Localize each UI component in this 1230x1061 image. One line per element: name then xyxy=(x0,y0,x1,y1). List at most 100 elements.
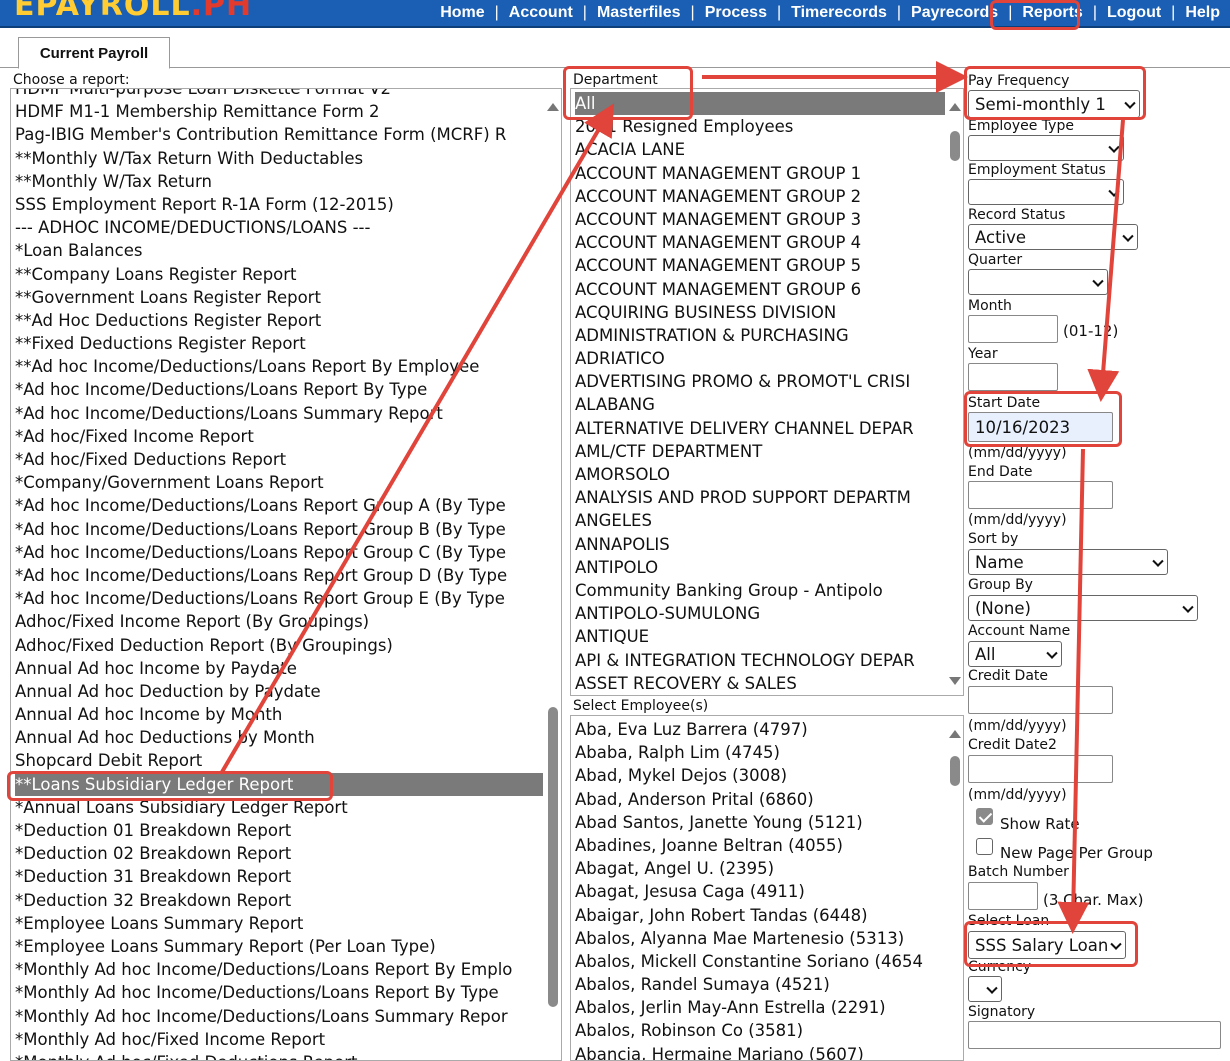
year-input[interactable] xyxy=(968,363,1058,391)
department-scrollbar[interactable] xyxy=(949,97,961,692)
report-list-item[interactable]: **Fixed Deductions Register Report xyxy=(15,332,543,355)
employee-list-item[interactable]: Abalos, Jerlin May-Ann Estrella (2291) xyxy=(575,996,945,1019)
employee-list-item[interactable]: Abalos, Robinson Co (3581) xyxy=(575,1019,945,1042)
department-list-item[interactable]: ACACIA LANE xyxy=(575,138,945,161)
employee-list-item[interactable]: Abad, Mykel Dejos (3008) xyxy=(575,764,945,787)
nav-account[interactable]: Account xyxy=(499,4,583,22)
employee-list-item[interactable]: Abaigar, John Robert Tandas (6448) xyxy=(575,904,945,927)
department-list-item[interactable]: ALABANG xyxy=(575,393,945,416)
report-list-item[interactable]: *Ad hoc Income/Deductions/Loans Summary … xyxy=(15,402,543,425)
credit-date-input[interactable] xyxy=(968,686,1113,714)
scroll-up-icon[interactable] xyxy=(949,730,961,738)
employee-list-item[interactable]: Abad Santos, Janette Young (5121) xyxy=(575,811,945,834)
report-list-item[interactable]: *Annual Loans Subsidiary Ledger Report xyxy=(15,796,543,819)
report-list-item[interactable]: *Monthly Ad hoc Income/Deductions/Loans … xyxy=(15,958,543,981)
report-list-item[interactable]: **Government Loans Register Report xyxy=(15,286,543,309)
employee-list-item[interactable]: Abancia, Hermaine Mariano (5607) xyxy=(575,1043,945,1060)
department-list-item[interactable]: ANALYSIS AND PROD SUPPORT DEPARTM xyxy=(575,486,945,509)
report-list-item[interactable]: *Company/Government Loans Report xyxy=(15,471,543,494)
report-list-item[interactable]: *Ad hoc/Fixed Deductions Report xyxy=(15,448,543,471)
report-list-item[interactable]: Shopcard Debit Report xyxy=(15,749,543,772)
department-list-item[interactable]: ACCOUNT MANAGEMENT GROUP 1 xyxy=(575,162,945,185)
department-list-item[interactable]: ANTIPOLO-SUMULONG xyxy=(575,602,945,625)
report-list-item[interactable]: **Company Loans Register Report xyxy=(15,263,543,286)
report-list-item[interactable]: **Loans Subsidiary Ledger Report xyxy=(15,772,543,796)
department-list-item[interactable]: AML/CTF DEPARTMENT xyxy=(575,440,945,463)
currency-select[interactable] xyxy=(968,976,1002,1002)
report-list-item[interactable]: *Deduction 01 Breakdown Report xyxy=(15,819,543,842)
department-list-item[interactable]: ADRIATICO xyxy=(575,347,945,370)
quarter-select[interactable] xyxy=(968,269,1108,295)
employee-list-item[interactable]: Aba, Eva Luz Barrera (4797) xyxy=(575,718,945,741)
report-list-item[interactable]: Adhoc/Fixed Income Report (By Groupings) xyxy=(15,610,543,633)
report-list-item[interactable]: *Ad hoc Income/Deductions/Loans Report G… xyxy=(15,494,543,517)
department-list-item[interactable]: ACCOUNT MANAGEMENT GROUP 2 xyxy=(575,185,945,208)
report-list-item[interactable]: *Employee Loans Summary Report xyxy=(15,912,543,935)
department-list-item[interactable]: ACCOUNT MANAGEMENT GROUP 4 xyxy=(575,231,945,254)
report-list-item[interactable]: **Monthly W/Tax Return With Deductables xyxy=(15,147,543,170)
employee-list-item[interactable]: Abadines, Joanne Beltran (4055) xyxy=(575,834,945,857)
employee-list-item[interactable]: Abalos, Mickell Constantine Soriano (465… xyxy=(575,950,945,973)
report-list-item[interactable]: *Ad hoc Income/Deductions/Loans Report G… xyxy=(15,587,543,610)
report-list-item[interactable]: **Ad Hoc Deductions Register Report xyxy=(15,309,543,332)
department-list-item[interactable]: ANTIQUE xyxy=(575,625,945,648)
employment-status-select[interactable] xyxy=(968,179,1124,205)
department-list-item[interactable]: API & INTEGRATION TECHNOLOGY DEPAR xyxy=(575,649,945,672)
report-list-item[interactable]: Annual Ad hoc Income by Paydate xyxy=(15,657,543,680)
employee-listbox[interactable]: Aba, Eva Luz Barrera (4797) Ababa, Ralph … xyxy=(570,715,964,1061)
report-list-item[interactable]: *Deduction 31 Breakdown Report xyxy=(15,865,543,888)
department-list-item[interactable]: 2011 Resigned Employees xyxy=(575,115,945,138)
employee-list-item[interactable]: Abagat, Angel U. (2395) xyxy=(575,857,945,880)
report-list-item[interactable]: **Ad hoc Income/Deductions/Loans Report … xyxy=(15,355,543,378)
report-list-item[interactable]: *Employee Loans Summary Report (Per Loan… xyxy=(15,935,543,958)
new-page-checkbox[interactable] xyxy=(976,838,993,855)
report-list-item[interactable]: *Loan Balances xyxy=(15,239,543,262)
report-list-item[interactable]: Pag-IBIG Member's Contribution Remittanc… xyxy=(15,123,543,146)
employee-type-select[interactable] xyxy=(968,135,1124,161)
report-list-item[interactable]: *Deduction 02 Breakdown Report xyxy=(15,842,543,865)
nav-process[interactable]: Process xyxy=(695,4,777,22)
department-list-item[interactable]: All xyxy=(575,92,945,116)
group-by-select[interactable]: (None) xyxy=(968,595,1198,621)
employee-list-item[interactable]: Ababa, Ralph Lim (4745) xyxy=(575,741,945,764)
nav-help[interactable]: Help xyxy=(1175,4,1230,22)
nav-logout[interactable]: Logout xyxy=(1097,4,1171,22)
tab-current-payroll[interactable]: Current Payroll xyxy=(18,37,170,69)
report-list-item[interactable]: SSS Employment Report R-1A Form (12-2015… xyxy=(15,193,543,216)
scroll-up-icon[interactable] xyxy=(547,103,559,111)
scroll-down-icon[interactable] xyxy=(949,677,961,685)
sort-by-select[interactable]: Name xyxy=(968,549,1168,575)
department-list-item[interactable]: AMORSOLO xyxy=(575,463,945,486)
nav-reports[interactable]: Reports xyxy=(1012,4,1092,22)
report-list-item[interactable]: **Monthly W/Tax Return xyxy=(15,170,543,193)
scroll-thumb[interactable] xyxy=(950,131,960,161)
employee-list-item[interactable]: Abalos, Alyanna Mae Martenesio (5313) xyxy=(575,927,945,950)
report-list-item[interactable]: Adhoc/Fixed Deduction Report (By Groupin… xyxy=(15,634,543,657)
department-list-item[interactable]: ADVERTISING PROMO & PROMOT'L CRISI xyxy=(575,370,945,393)
report-list-item[interactable]: *Monthly Ad hoc/Fixed Income Report xyxy=(15,1028,543,1051)
employee-scrollbar[interactable] xyxy=(949,724,961,1059)
select-loan-select[interactable]: SSS Salary Loan xyxy=(968,931,1126,959)
report-list-item[interactable]: Annual Ad hoc Deduction by Paydate xyxy=(15,680,543,703)
department-list-item[interactable]: ASSET RECOVERY & SALES xyxy=(575,672,945,695)
report-list-item[interactable]: *Ad hoc Income/Deductions/Loans Report B… xyxy=(15,378,543,401)
show-rate-checkbox[interactable] xyxy=(976,808,993,825)
signatory-input[interactable] xyxy=(968,1021,1221,1049)
department-list-item[interactable]: ACQUIRING BUSINESS DIVISION xyxy=(575,301,945,324)
report-list-item[interactable]: *Ad hoc Income/Deductions/Loans Report G… xyxy=(15,564,543,587)
department-list-item[interactable]: ACCOUNT MANAGEMENT GROUP 5 xyxy=(575,254,945,277)
nav-payrecords[interactable]: Payrecords xyxy=(901,4,1008,22)
report-list-item[interactable]: *Ad hoc Income/Deductions/Loans Report G… xyxy=(15,541,543,564)
report-list-item[interactable]: *Monthly Ad hoc Income/Deductions/Loans … xyxy=(15,981,543,1004)
report-list-item[interactable]: Annual Ad hoc Income by Month xyxy=(15,703,543,726)
report-list-item[interactable]: *Ad hoc Income/Deductions/Loans Report G… xyxy=(15,518,543,541)
department-list-item[interactable]: ADMINISTRATION & PURCHASING xyxy=(575,324,945,347)
department-list-item[interactable]: ANNAPOLIS xyxy=(575,533,945,556)
report-list-item[interactable]: *Deduction 32 Breakdown Report xyxy=(15,889,543,912)
report-list-item[interactable]: Annual Ad hoc Deductions by Month xyxy=(15,726,543,749)
scroll-thumb[interactable] xyxy=(548,707,558,1007)
nav-home[interactable]: Home xyxy=(430,4,494,22)
department-list-item[interactable]: ACCOUNT MANAGEMENT GROUP 3 xyxy=(575,208,945,231)
nav-masterfiles[interactable]: Masterfiles xyxy=(587,4,691,22)
department-list-item[interactable]: ACCOUNT MANAGEMENT GROUP 6 xyxy=(575,278,945,301)
